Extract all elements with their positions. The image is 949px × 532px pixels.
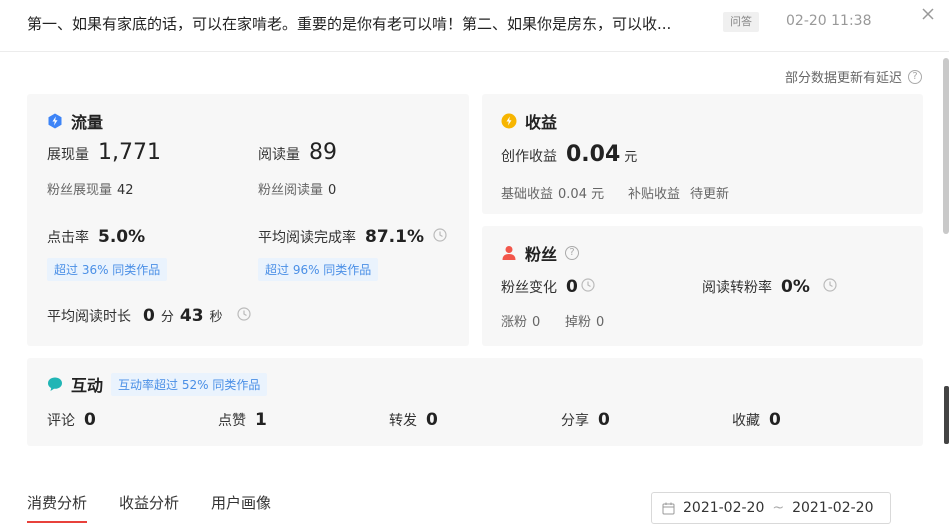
- question-icon[interactable]: ?: [908, 69, 922, 84]
- income-card: 收益 创作收益 0.04 元 基础收益 0.04 元 补贴收益 待更新: [482, 94, 923, 214]
- completion-badge: 超过 96% 同类作品: [258, 258, 379, 281]
- date-start[interactable]: 2021-02-20: [683, 500, 764, 516]
- calendar-icon: [662, 502, 675, 514]
- fans-title: 粉丝: [525, 245, 558, 264]
- coin-icon: [501, 113, 517, 129]
- income-title: 收益: [525, 113, 558, 132]
- ctr-stat: 点击率 5.0%: [47, 227, 146, 247]
- reads-stat: 阅读量 89: [258, 140, 337, 165]
- fan-reads-stat: 粉丝阅读量 0: [258, 183, 337, 198]
- clock-icon[interactable]: [236, 307, 251, 321]
- analysis-tabs: 消费分析 收益分析 用户画像: [27, 492, 271, 523]
- creation-income-stat: 创作收益 0.04 元: [501, 142, 638, 167]
- interaction-card: 互动 互动率超过 52% 同类作品 评论 0 点赞 1 转发 0 分享 0 收藏…: [27, 358, 923, 446]
- impressions-stat: 展现量 1,771: [47, 140, 161, 165]
- completion-value: 87.1%: [365, 227, 424, 247]
- date-separator: ~: [772, 500, 785, 516]
- chat-bubble-icon: [48, 377, 62, 391]
- flow-title: 流量: [71, 113, 104, 132]
- tab-income-analysis[interactable]: 收益分析: [119, 492, 179, 523]
- ctr-value: 5.0%: [98, 227, 146, 247]
- creation-income-value: 0.04: [566, 142, 621, 167]
- favorites-stat: 收藏 0: [732, 410, 781, 430]
- data-delay-note: 部分数据更新有延迟 ?: [785, 67, 922, 86]
- tab-consumption-analysis[interactable]: 消费分析: [27, 492, 88, 523]
- conversion-rate-stat: 阅读转粉率 0%: [702, 277, 837, 297]
- clock-icon[interactable]: [581, 278, 595, 292]
- article-type-tag: 问答: [723, 12, 759, 32]
- fan-impressions-stat: 粉丝展现量 42: [47, 183, 134, 198]
- fans-card: 粉丝 ? 粉丝变化 0 阅读转粉率 0% 涨粉 0 掉粉 0: [482, 226, 923, 346]
- interaction-badge: 互动率超过 52% 同类作品: [111, 372, 268, 396]
- person-icon: [502, 246, 516, 260]
- subsidy-income-stat: 补贴收益 待更新: [628, 187, 730, 202]
- fans-change-value: 0: [566, 277, 578, 297]
- clock-icon[interactable]: [823, 278, 837, 292]
- close-icon[interactable]: [920, 6, 936, 22]
- impressions-value: 1,771: [98, 140, 161, 165]
- scrollbar[interactable]: [943, 58, 949, 234]
- base-income-stat: 基础收益 0.04 元: [501, 187, 605, 202]
- reads-value: 89: [309, 140, 337, 165]
- shares-stat: 分享 0: [561, 410, 610, 430]
- article-title[interactable]: 第一、如果有家底的话，可以在家啃老。重要的是你有老可以啃！第二、如果你是房东，可…: [27, 13, 717, 34]
- flow-card: 流量 展现量 1,771 阅读量 89 粉丝展现量 42 粉丝阅读量 0 点击率…: [27, 94, 469, 346]
- clock-icon[interactable]: [433, 228, 447, 242]
- comments-stat: 评论 0: [47, 410, 96, 430]
- tab-user-profile[interactable]: 用户画像: [211, 492, 271, 523]
- conversion-rate-value: 0%: [781, 277, 810, 297]
- likes-stat: 点赞 1: [218, 410, 267, 430]
- avg-time-stat: 平均阅读时长 0 分 43 秒: [47, 306, 251, 326]
- ctr-badge: 超过 36% 同类作品: [47, 258, 168, 281]
- question-icon[interactable]: ?: [565, 246, 580, 260]
- fans-change-stat: 粉丝变化 0: [501, 277, 595, 297]
- lightning-icon: [48, 113, 62, 129]
- article-header: 第一、如果有家底的话，可以在家啃老。重要的是你有老可以啃！第二、如果你是房东，可…: [0, 0, 949, 52]
- reposts-stat: 转发 0: [389, 410, 438, 430]
- scroll-handle[interactable]: [944, 386, 949, 444]
- publish-time: 02-20 11:38: [786, 13, 872, 29]
- date-range-picker[interactable]: 2021-02-20 ~ 2021-02-20: [651, 492, 891, 524]
- completion-stat: 平均阅读完成率 87.1%: [258, 227, 447, 247]
- fans-loss-stat: 掉粉 0: [565, 315, 605, 330]
- interaction-title: 互动: [71, 376, 104, 395]
- fans-gain-stat: 涨粉 0: [501, 315, 541, 330]
- date-end[interactable]: 2021-02-20: [792, 500, 873, 516]
